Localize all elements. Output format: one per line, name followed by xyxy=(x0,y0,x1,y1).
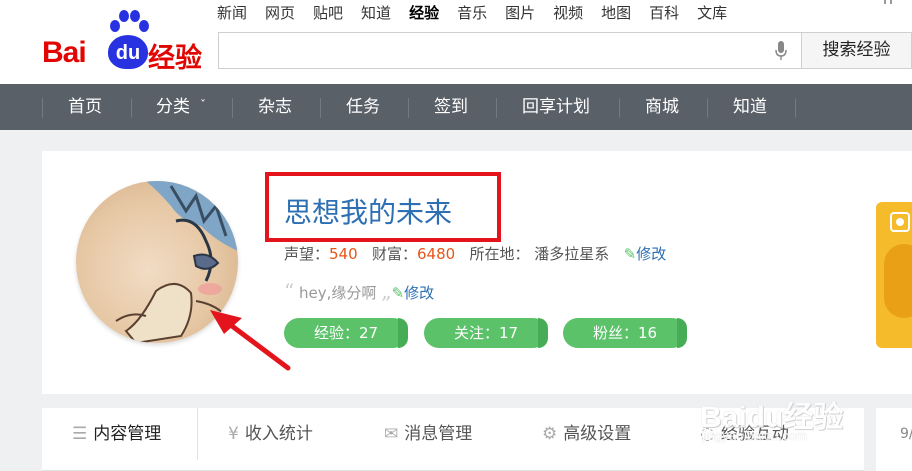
top-link-news[interactable]: 新闻 xyxy=(217,3,247,23)
nav-separator xyxy=(232,98,233,118)
nav-separator xyxy=(320,98,321,118)
profile-stats: 声望：540 财富：6480 所在地： 潘多拉星系 ✎修改 xyxy=(284,243,666,264)
wealth-label: 财富： xyxy=(371,245,417,263)
top-link-video[interactable]: 视频 xyxy=(553,3,583,23)
nav-separator xyxy=(795,98,796,118)
follow-count-button[interactable]: 关注：17 xyxy=(424,318,548,348)
nav-separator xyxy=(496,98,497,118)
nav-item-home[interactable]: 首页 xyxy=(68,84,102,130)
top-link-baike[interactable]: 百科 xyxy=(649,3,679,23)
top-link-zhidao[interactable]: 知道 xyxy=(361,3,391,23)
nav-separator xyxy=(619,98,620,118)
nav-item-share-plan[interactable]: 回享计划 xyxy=(522,84,590,130)
envelope-icon: ✉ xyxy=(384,424,399,444)
promo-badge-icon xyxy=(890,212,910,232)
tab-label: 收入统计 xyxy=(244,424,313,444)
nav-item-tasks[interactable]: 任务 xyxy=(346,84,380,130)
edit-motto-link[interactable]: 修改 xyxy=(404,284,434,302)
nav-item-magazine[interactable]: 杂志 xyxy=(258,84,292,130)
paw-icon xyxy=(110,10,149,32)
motto-text: hey,缘分啊 xyxy=(299,284,377,302)
top-link-wenku[interactable]: 文库 xyxy=(697,3,727,23)
watermark-url: jingyan.baidu.com xyxy=(702,428,807,443)
experience-count-button[interactable]: 经验：27 xyxy=(284,318,408,348)
location-value: 潘多拉星系 xyxy=(534,245,610,263)
top-link-jingyan[interactable]: 经验 xyxy=(409,3,439,23)
corner-mark-icon xyxy=(884,0,892,4)
red-arrow-annotation xyxy=(210,310,291,371)
side-promo-banner[interactable] xyxy=(876,202,912,348)
reputation-value: 540 xyxy=(329,245,358,263)
tab-message-manage[interactable]: ✉ 消息管理 xyxy=(384,408,472,460)
microphone-icon[interactable] xyxy=(775,41,787,61)
gear-icon: ⚙ xyxy=(542,424,558,444)
tab-label: 消息管理 xyxy=(404,424,473,444)
promo-graphic xyxy=(884,244,912,318)
nav-item-zhidao[interactable]: 知道 xyxy=(733,84,767,130)
nav-separator xyxy=(42,98,43,118)
username-highlight-box xyxy=(265,172,501,242)
side-card: 9/ xyxy=(876,408,912,471)
baidu-jingyan-logo[interactable]: Bai du 经验 xyxy=(40,10,210,74)
logo-text-jingyan: 经验 xyxy=(148,43,202,74)
logo-text-du: du xyxy=(108,35,148,69)
chevron-down-icon[interactable]: ˇ xyxy=(200,82,206,128)
tab-content-manage[interactable]: ☰ 内容管理 xyxy=(72,408,161,460)
profile-motto: “ hey,缘分啊 „✎修改 xyxy=(284,279,434,303)
top-link-map[interactable]: 地图 xyxy=(601,3,631,23)
edit-location-link[interactable]: 修改 xyxy=(636,245,666,263)
tab-divider xyxy=(197,408,198,460)
tab-label: 高级设置 xyxy=(563,424,632,444)
logo-text-bai: Bai xyxy=(42,36,87,69)
nav-separator xyxy=(707,98,708,118)
top-link-tieba[interactable]: 贴吧 xyxy=(313,3,343,23)
reputation-label: 声望： xyxy=(284,245,330,263)
top-link-images[interactable]: 图片 xyxy=(505,3,535,23)
nav-item-category[interactable]: 分类 xyxy=(156,84,190,130)
main-nav: 首页 分类 ˇ 杂志 任务 签到 回享计划 商城 知道 xyxy=(0,84,912,130)
top-link-music[interactable]: 音乐 xyxy=(457,3,487,23)
tab-advanced-settings[interactable]: ⚙ 高级设置 xyxy=(542,408,631,460)
pencil-icon[interactable]: ✎ xyxy=(624,245,637,263)
tab-income-stats[interactable]: ¥ 收入统计 xyxy=(228,408,313,460)
nav-separator xyxy=(131,98,132,118)
fans-count-button[interactable]: 粉丝：16 xyxy=(563,318,687,348)
nav-separator xyxy=(408,98,409,118)
top-header: Bai du 经验 新闻 网页 贴吧 知道 经验 音乐 图片 视频 地图 百科 … xyxy=(0,0,912,84)
location-label: 所在地： xyxy=(469,245,530,263)
nav-item-store[interactable]: 商城 xyxy=(645,84,679,130)
top-link-web[interactable]: 网页 xyxy=(265,3,295,23)
search-input[interactable] xyxy=(218,32,802,69)
yen-icon: ¥ xyxy=(228,424,239,444)
wealth-value: 6480 xyxy=(416,245,456,263)
top-links: 新闻 网页 贴吧 知道 经验 音乐 图片 视频 地图 百科 文库 xyxy=(217,3,745,23)
baidu-jingyan-watermark: Baidu经验 jingyan.baidu.com xyxy=(700,392,870,462)
nav-item-checkin[interactable]: 签到 xyxy=(434,84,468,130)
tab-label: 内容管理 xyxy=(93,424,162,444)
search-button[interactable]: 搜索经验 xyxy=(802,32,912,69)
close-quote-icon: „ xyxy=(381,279,392,303)
list-icon: ☰ xyxy=(72,424,88,444)
pencil-icon[interactable]: ✎ xyxy=(392,284,405,302)
